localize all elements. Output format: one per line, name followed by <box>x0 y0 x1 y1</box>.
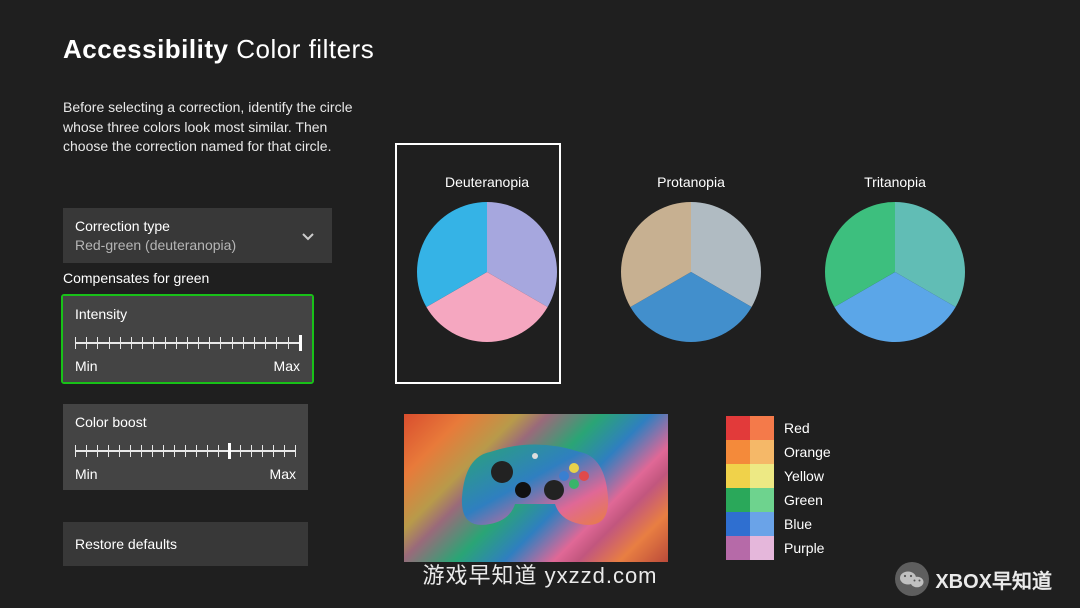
color-swatch <box>726 536 750 560</box>
color-boost-max: Max <box>270 466 296 482</box>
color-circle <box>621 202 761 342</box>
color-swatch <box>726 416 750 440</box>
color-swatch <box>726 488 750 512</box>
color-boost-slider-group[interactable]: Color boost Min Max <box>63 404 308 490</box>
filter-circle-tritanopia[interactable]: Tritanopia <box>814 174 976 342</box>
controller-icon <box>450 432 620 537</box>
color-swatch <box>750 416 774 440</box>
color-circle <box>417 202 557 342</box>
wechat-icon <box>895 562 929 596</box>
color-label: Blue <box>784 516 812 532</box>
intensity-label: Intensity <box>75 306 127 322</box>
color-swatch <box>726 512 750 536</box>
color-label: Yellow <box>784 468 824 484</box>
color-row-green: Green <box>726 488 831 512</box>
color-boost-min: Min <box>75 466 98 482</box>
intensity-slider-focused[interactable]: Intensity Min Max <box>61 294 314 384</box>
color-label: Red <box>784 420 810 436</box>
color-swatch-list: Red Orange Yellow Green Blue Purple <box>726 416 831 560</box>
circle-label: Deuteranopia <box>445 174 529 190</box>
page-title: Accessibility Color filters <box>63 34 374 65</box>
intensity-max: Max <box>274 358 300 374</box>
page-title-strong: Accessibility <box>63 34 228 64</box>
color-row-orange: Orange <box>726 440 831 464</box>
color-row-yellow: Yellow <box>726 464 831 488</box>
chevron-down-icon <box>300 228 316 244</box>
preview-image <box>404 414 668 562</box>
color-label: Green <box>784 492 823 508</box>
color-boost-label: Color boost <box>75 414 147 430</box>
color-swatch <box>726 464 750 488</box>
filter-circles-row: Deuteranopia Protanopia Tritanopia <box>406 174 976 342</box>
color-swatch <box>750 464 774 488</box>
color-swatch <box>750 536 774 560</box>
color-swatch <box>750 440 774 464</box>
color-row-blue: Blue <box>726 512 831 536</box>
intensity-slider[interactable] <box>75 330 300 356</box>
circle-label: Protanopia <box>657 174 725 190</box>
filter-circle-deuteranopia[interactable]: Deuteranopia <box>406 174 568 342</box>
color-label: Purple <box>784 540 824 556</box>
intensity-min: Min <box>75 358 98 374</box>
color-boost-slider[interactable] <box>75 438 296 464</box>
page-title-light: Color filters <box>236 34 374 64</box>
filter-circle-protanopia[interactable]: Protanopia <box>610 174 772 342</box>
color-swatch <box>750 512 774 536</box>
color-row-purple: Purple <box>726 536 831 560</box>
color-swatch <box>726 440 750 464</box>
color-circle <box>825 202 965 342</box>
correction-type-value: Red-green (deuteranopia) <box>75 237 236 253</box>
instructions-text: Before selecting a correction, identify … <box>63 98 363 157</box>
compensates-label: Compensates for green <box>63 270 209 286</box>
watermark-right-text: XBOX早知道 <box>935 565 1052 594</box>
color-row-red: Red <box>726 416 831 440</box>
restore-defaults-button[interactable]: Restore defaults <box>63 514 308 566</box>
watermark-center: 游戏早知道 yxzzd.com <box>422 558 657 590</box>
circle-label: Tritanopia <box>864 174 926 190</box>
watermark-right: XBOX早知道 <box>895 562 1052 596</box>
color-label: Orange <box>784 444 831 460</box>
correction-type-dropdown[interactable]: Correction type Red-green (deuteranopia) <box>63 208 332 263</box>
correction-type-label: Correction type <box>75 218 236 234</box>
color-swatch <box>750 488 774 512</box>
